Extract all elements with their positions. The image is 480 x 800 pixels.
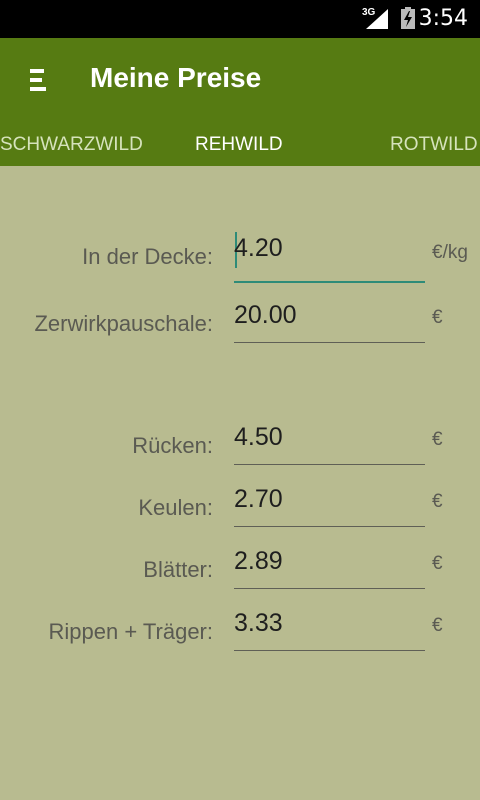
unit-ruecken: € bbox=[432, 429, 443, 450]
rippen-value: 3.33 bbox=[234, 609, 283, 637]
unit-keulen: € bbox=[432, 491, 443, 512]
blaetter-input[interactable]: 2.89 bbox=[234, 545, 425, 589]
menu-icon[interactable] bbox=[30, 69, 48, 93]
page-title: Meine Preise bbox=[90, 62, 262, 93]
unit-blaetter: € bbox=[432, 553, 443, 574]
keulen-input[interactable]: 2.70 bbox=[234, 483, 425, 527]
unit-zerwirk: € bbox=[432, 307, 443, 328]
price-row-zerwirk: Zerwirkpauschale: 20.00 € bbox=[0, 299, 480, 361]
label-ruecken: Rücken: bbox=[132, 433, 213, 458]
tab-rotwild[interactable]: ROTWILD bbox=[390, 134, 478, 156]
price-row-keulen: Keulen: 2.70 € bbox=[0, 483, 480, 545]
battery-charging-icon bbox=[401, 7, 415, 29]
price-row-blaetter: Blätter: 2.89 € bbox=[0, 545, 480, 607]
blaetter-value: 2.89 bbox=[234, 547, 283, 575]
tab-schwarzwild[interactable]: SCHWARZWILD bbox=[0, 134, 143, 156]
zerwirk-input[interactable]: 20.00 bbox=[234, 299, 425, 343]
ruecken-input[interactable]: 4.50 bbox=[234, 421, 425, 465]
clock: 3:54 bbox=[418, 6, 468, 31]
decke-value: 4.20 bbox=[234, 234, 283, 262]
signal-icon bbox=[366, 9, 388, 29]
label-keulen: Keulen: bbox=[138, 495, 213, 520]
tab-rehwild[interactable]: REHWILD bbox=[195, 134, 283, 156]
price-row-rippen: Rippen + Träger: 3.33 € bbox=[0, 607, 480, 669]
label-blaetter: Blätter: bbox=[143, 557, 213, 582]
price-row-decke: In der Decke: 4.20 €/kg bbox=[0, 232, 480, 294]
rippen-input[interactable]: 3.33 bbox=[234, 607, 425, 651]
keulen-value: 2.70 bbox=[234, 485, 283, 513]
decke-input[interactable]: 4.20 bbox=[234, 232, 425, 283]
price-row-ruecken: Rücken: 4.50 € bbox=[0, 421, 480, 483]
unit-rippen: € bbox=[432, 615, 443, 636]
zerwirk-value: 20.00 bbox=[234, 301, 297, 329]
app-bar: Meine Preise SCHWARZWILD REHWILD ROTWILD bbox=[0, 38, 480, 166]
unit-decke: €/kg bbox=[432, 242, 468, 263]
label-rippen: Rippen + Träger: bbox=[48, 619, 213, 644]
status-bar: 3G 3:54 bbox=[0, 0, 480, 38]
label-zerwirk: Zerwirkpauschale: bbox=[34, 311, 213, 336]
ruecken-value: 4.50 bbox=[234, 423, 283, 451]
label-decke: In der Decke: bbox=[82, 244, 213, 269]
